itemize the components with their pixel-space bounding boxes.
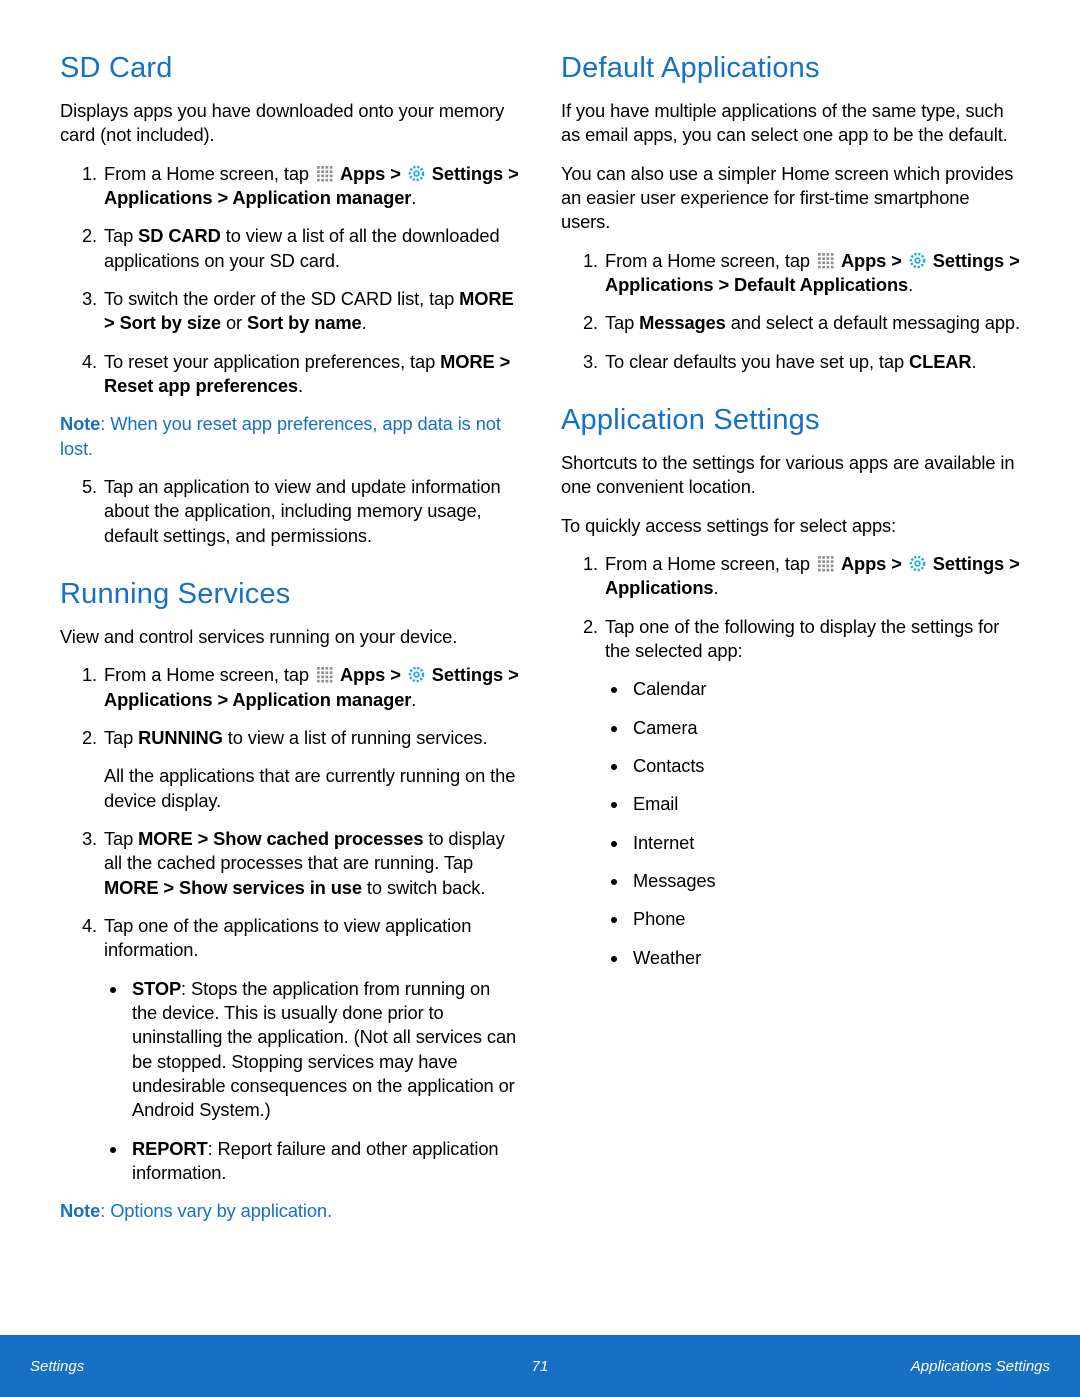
app-item: Contacts [629, 754, 1020, 778]
run-step-4-bullets: STOP: Stops the application from running… [104, 977, 519, 1186]
app-item: Internet [629, 831, 1020, 855]
running-intro: View and control services running on you… [60, 625, 519, 649]
settings-gear-icon [408, 165, 425, 182]
sd-step-3: To switch the order of the SD CARD list,… [102, 287, 519, 336]
sd-step-1: From a Home screen, tap Apps > Settings … [102, 162, 519, 211]
section-running-services: Running Services View and control servic… [60, 578, 519, 1224]
run-step-4: Tap one of the applications to view appl… [102, 914, 519, 1185]
app-item: Email [629, 792, 1020, 816]
app-item: Phone [629, 907, 1020, 931]
defaults-p2: You can also use a simpler Home screen w… [561, 162, 1020, 235]
sd-card-intro: Displays apps you have downloaded onto y… [60, 99, 519, 148]
def-step-2: Tap Messages and select a default messag… [603, 311, 1020, 335]
settings-gear-icon [909, 252, 926, 269]
appsettings-steps: From a Home screen, tap Apps > Settings … [561, 552, 1020, 970]
section-default-applications: Default Applications If you have multipl… [561, 52, 1020, 374]
run-step-1: From a Home screen, tap Apps > Settings … [102, 663, 519, 712]
app-item: Camera [629, 716, 1020, 740]
running-note: Note: Options vary by application. [60, 1199, 519, 1223]
settings-gear-icon [408, 666, 425, 683]
run-bullet-stop: STOP: Stops the application from running… [128, 977, 519, 1123]
sd-note: Note: When you reset app preferences, ap… [60, 412, 519, 461]
sd-step-5: Tap an application to view and update in… [102, 475, 519, 548]
as-step-1: From a Home screen, tap Apps > Settings … [603, 552, 1020, 601]
footer-page-number: 71 [0, 1358, 1080, 1375]
settings-gear-icon [909, 555, 926, 572]
sd-card-steps: From a Home screen, tap Apps > Settings … [60, 162, 519, 399]
heading-default-applications: Default Applications [561, 52, 1020, 85]
appsettings-p1: Shortcuts to the settings for various ap… [561, 451, 1020, 500]
apps-grid-icon [817, 555, 834, 572]
left-column: SD Card Displays apps you have downloade… [60, 52, 519, 1253]
sd-card-steps-cont: Tap an application to view and update in… [60, 475, 519, 548]
apps-grid-icon [316, 666, 333, 683]
app-item: Messages [629, 869, 1020, 893]
section-application-settings: Application Settings Shortcuts to the se… [561, 404, 1020, 970]
def-step-3: To clear defaults you have set up, tap C… [603, 350, 1020, 374]
section-sd-card: SD Card Displays apps you have downloade… [60, 52, 519, 548]
run-bullet-report: REPORT: Report failure and other applica… [128, 1137, 519, 1186]
page-content: SD Card Displays apps you have downloade… [0, 0, 1080, 1253]
run-step-2: Tap RUNNING to view a list of running se… [102, 726, 519, 813]
sd-step-4: To reset your application preferences, t… [102, 350, 519, 399]
as-step-2: Tap one of the following to display the … [603, 615, 1020, 970]
right-column: Default Applications If you have multipl… [561, 52, 1020, 1253]
app-item: Calendar [629, 677, 1020, 701]
sd-step-2: Tap SD CARD to view a list of all the do… [102, 224, 519, 273]
run-step-3: Tap MORE > Show cached processes to disp… [102, 827, 519, 900]
heading-sd-card: SD Card [60, 52, 519, 85]
app-item: Weather [629, 946, 1020, 970]
defaults-steps: From a Home screen, tap Apps > Settings … [561, 249, 1020, 374]
running-steps: From a Home screen, tap Apps > Settings … [60, 663, 519, 1185]
appsettings-p2: To quickly access settings for select ap… [561, 514, 1020, 538]
apps-grid-icon [316, 165, 333, 182]
page-footer: Settings 71 Applications Settings [0, 1335, 1080, 1397]
apps-grid-icon [817, 252, 834, 269]
heading-application-settings: Application Settings [561, 404, 1020, 437]
heading-running-services: Running Services [60, 578, 519, 611]
def-step-1: From a Home screen, tap Apps > Settings … [603, 249, 1020, 298]
defaults-p1: If you have multiple applications of the… [561, 99, 1020, 148]
appsettings-app-list: Calendar Camera Contacts Email Internet … [605, 677, 1020, 970]
